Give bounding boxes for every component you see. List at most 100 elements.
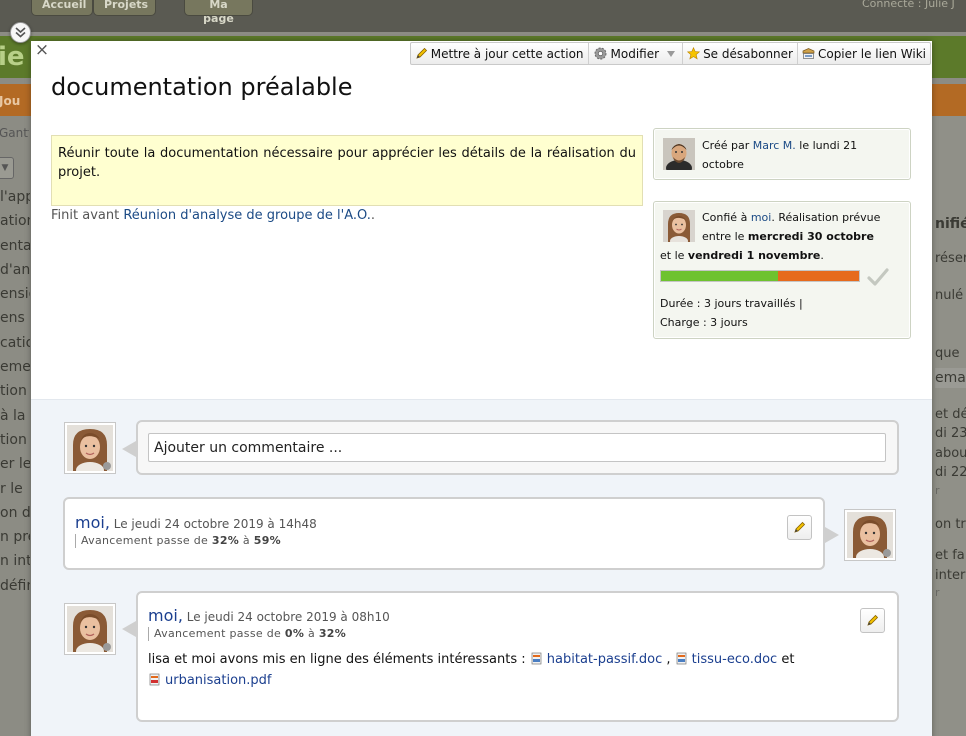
background-task-item: er le	[0, 456, 30, 473]
gear-icon	[594, 47, 607, 60]
file-separator: et	[781, 652, 795, 667]
comment-body-text: lisa et moi avons mis en ligne des éléme…	[148, 652, 526, 667]
unsubscribe-label: Se désabonner	[703, 46, 793, 61]
background-right-text: nulé	[935, 288, 964, 303]
new-comment-box	[136, 420, 899, 475]
comments-section: moi, Le jeudi 24 octobre 2019 à 14h48 Av…	[31, 399, 932, 736]
background-right-text: que	[935, 346, 960, 361]
background-tab-ma-page[interactable]: Ma page	[184, 0, 253, 25]
user-photo	[847, 512, 893, 565]
comment-date: Le jeudi 24 octobre 2019 à 08h10	[186, 610, 390, 624]
background-right-panel: nifié réser nulé que emai et dé di 23 ab…	[930, 116, 966, 736]
background-task-item: r le	[0, 480, 23, 497]
end-punct: .	[820, 249, 824, 262]
assignment-card: Confié à moi. Réalisation prévue entre l…	[653, 201, 911, 339]
background-tab-projets[interactable]: Projets	[93, 0, 156, 16]
finish-before-link[interactable]: Réunion d'analyse de groupe de l'A.O.	[123, 208, 371, 223]
assignment-meta: Durée : 3 jours travaillés | Charge : 3 …	[660, 294, 803, 332]
background-right-text: et fa	[935, 548, 965, 563]
workload-text: Charge : 3 jours	[660, 316, 748, 329]
close-icon[interactable]: ×	[34, 42, 50, 59]
background-task-item: on de	[0, 504, 30, 521]
end-date: vendredi 1 novembre	[687, 249, 821, 262]
finish-before-label: Finit avant	[51, 208, 120, 223]
progress-prefix: Avancement passe de	[81, 534, 209, 547]
progress-to-word: à	[307, 627, 316, 640]
assignment-text: Confié à moi. Réalisation prévue entre l…	[702, 208, 902, 246]
finish-before-suffix: .	[370, 208, 376, 223]
comment-separator: ,	[104, 513, 110, 532]
background-task-item: emen	[0, 359, 30, 376]
created-by-text: Créé par Marc M. le lundi 21 octobre	[702, 136, 902, 174]
document-file-icon	[676, 652, 686, 665]
assigned-prefix: Confié à	[702, 211, 748, 224]
background-task-item: ensio	[0, 286, 30, 303]
page-title: documentation préalable	[51, 73, 353, 101]
pencil-icon	[867, 614, 879, 626]
background-task-item: n inte	[0, 553, 30, 570]
progress-from: 32%	[211, 534, 240, 547]
progress-bar-fill	[661, 271, 778, 281]
file-attachment: tissu-eco.doc	[675, 652, 782, 667]
assignment-text-continued: et le vendredi 1 novembre.	[660, 246, 902, 265]
avatar	[663, 138, 695, 170]
background-gantt-label: Gantt	[0, 126, 29, 140]
comment-date: Le jeudi 24 octobre 2019 à 14h48	[113, 517, 317, 531]
unsubscribe-button[interactable]: Se désabonner	[682, 43, 797, 64]
assignee-link[interactable]: moi	[751, 211, 772, 224]
file-link-tissu-eco[interactable]: tissu-eco.doc	[692, 652, 778, 667]
background-task-item: enta	[0, 237, 30, 254]
file-link-habitat-passif[interactable]: habitat-passif.doc	[547, 652, 662, 667]
background-right-text: nifié	[935, 216, 966, 232]
background-task-item: ation	[0, 213, 30, 230]
edit-comment-button[interactable]	[787, 515, 812, 540]
and-text: et le	[660, 249, 685, 262]
created-by-author-link[interactable]: Marc M.	[753, 139, 796, 152]
background-right-text: réser	[935, 251, 966, 266]
background-dropdown[interactable]: ▼	[0, 157, 14, 179]
created-by-prefix: Créé par	[702, 139, 750, 152]
comment-progress-change: Avancement passe de 0% à 32%	[148, 627, 848, 641]
background-connected-user: Connecté : Julie J	[862, 0, 955, 10]
avatar	[64, 603, 116, 659]
user-photo	[67, 425, 113, 478]
background-task-item: l'app	[0, 189, 30, 205]
comment-item: moi, Le jeudi 24 octobre 2019 à 14h48 Av…	[63, 497, 825, 570]
comment-header: moi, Le jeudi 24 octobre 2019 à 14h48 Av…	[75, 513, 317, 548]
background-tab-accueil[interactable]: Accueil	[31, 0, 93, 16]
comment-author[interactable]: moi	[148, 606, 178, 625]
copy-wiki-link-button[interactable]: Copier le lien Wiki	[796, 43, 930, 64]
background-right-text: inter	[935, 568, 966, 583]
comment-pointer	[122, 441, 136, 457]
background-right-text: emai	[935, 368, 966, 388]
modify-dropdown-button[interactable]: Modifier	[587, 43, 683, 64]
background-right-text: on tr	[935, 517, 966, 532]
file-attachment: urbanisation.pdf	[148, 673, 272, 688]
progress-prefix: Avancement passe de	[154, 627, 282, 640]
background-orange-bar-text: Jou	[0, 94, 21, 108]
background-task-item: défin	[0, 577, 30, 594]
comment-author[interactable]: moi	[75, 513, 105, 532]
chevron-down-icon	[667, 50, 676, 57]
new-comment-input[interactable]	[148, 433, 886, 462]
pencil-icon	[416, 47, 427, 59]
comment-progress-change: Avancement passe de 32% à 59%	[75, 534, 317, 548]
background-task-item: ens	[0, 310, 25, 327]
start-date: mercredi 30 octobre	[747, 230, 874, 243]
finish-before-line: Finit avant Réunion d'analyse de groupe …	[51, 208, 375, 223]
edit-comment-button[interactable]	[860, 608, 885, 633]
background-right-text: et dé	[935, 407, 966, 422]
avatar	[663, 210, 695, 242]
update-action-button[interactable]: Mettre à jour cette action	[411, 43, 588, 64]
background-right-text: di 23	[935, 426, 966, 441]
file-link-urbanisation[interactable]: urbanisation.pdf	[165, 673, 272, 688]
background-task-list: l'app ation enta d'ana ensio ens cation …	[0, 188, 30, 601]
progress-to: 32%	[318, 627, 347, 640]
copy-wiki-link-label: Copier le lien Wiki	[817, 46, 926, 61]
comment-body: lisa et moi avons mis en ligne des éléme…	[148, 649, 848, 691]
comment-header: moi, Le jeudi 24 octobre 2019 à 08h10 Av…	[148, 606, 848, 691]
star-icon	[687, 47, 701, 60]
collapse-chevron-icon[interactable]	[10, 22, 31, 43]
check-icon[interactable]	[867, 267, 889, 287]
progress-to: 59%	[253, 534, 281, 547]
